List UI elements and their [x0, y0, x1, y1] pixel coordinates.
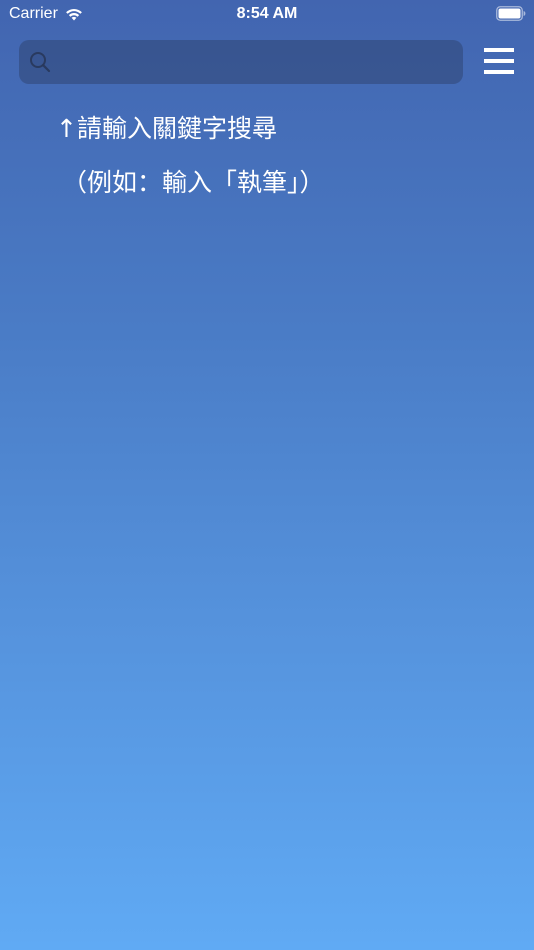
hamburger-menu-icon: [484, 48, 514, 74]
search-hint-text: ↑請輸入關鍵字搜尋: [56, 114, 277, 143]
menu-button[interactable]: [482, 46, 516, 76]
status-time: 8:54 AM: [236, 5, 298, 22]
search-input[interactable]: [59, 40, 455, 84]
battery-icon: [496, 6, 526, 21]
status-bar: Carrier 8:54 AM: [0, 0, 534, 28]
search-example-text: （例如：輸入「執筆」）: [62, 168, 325, 197]
search-bar[interactable]: [19, 40, 463, 84]
search-icon: [30, 52, 51, 73]
